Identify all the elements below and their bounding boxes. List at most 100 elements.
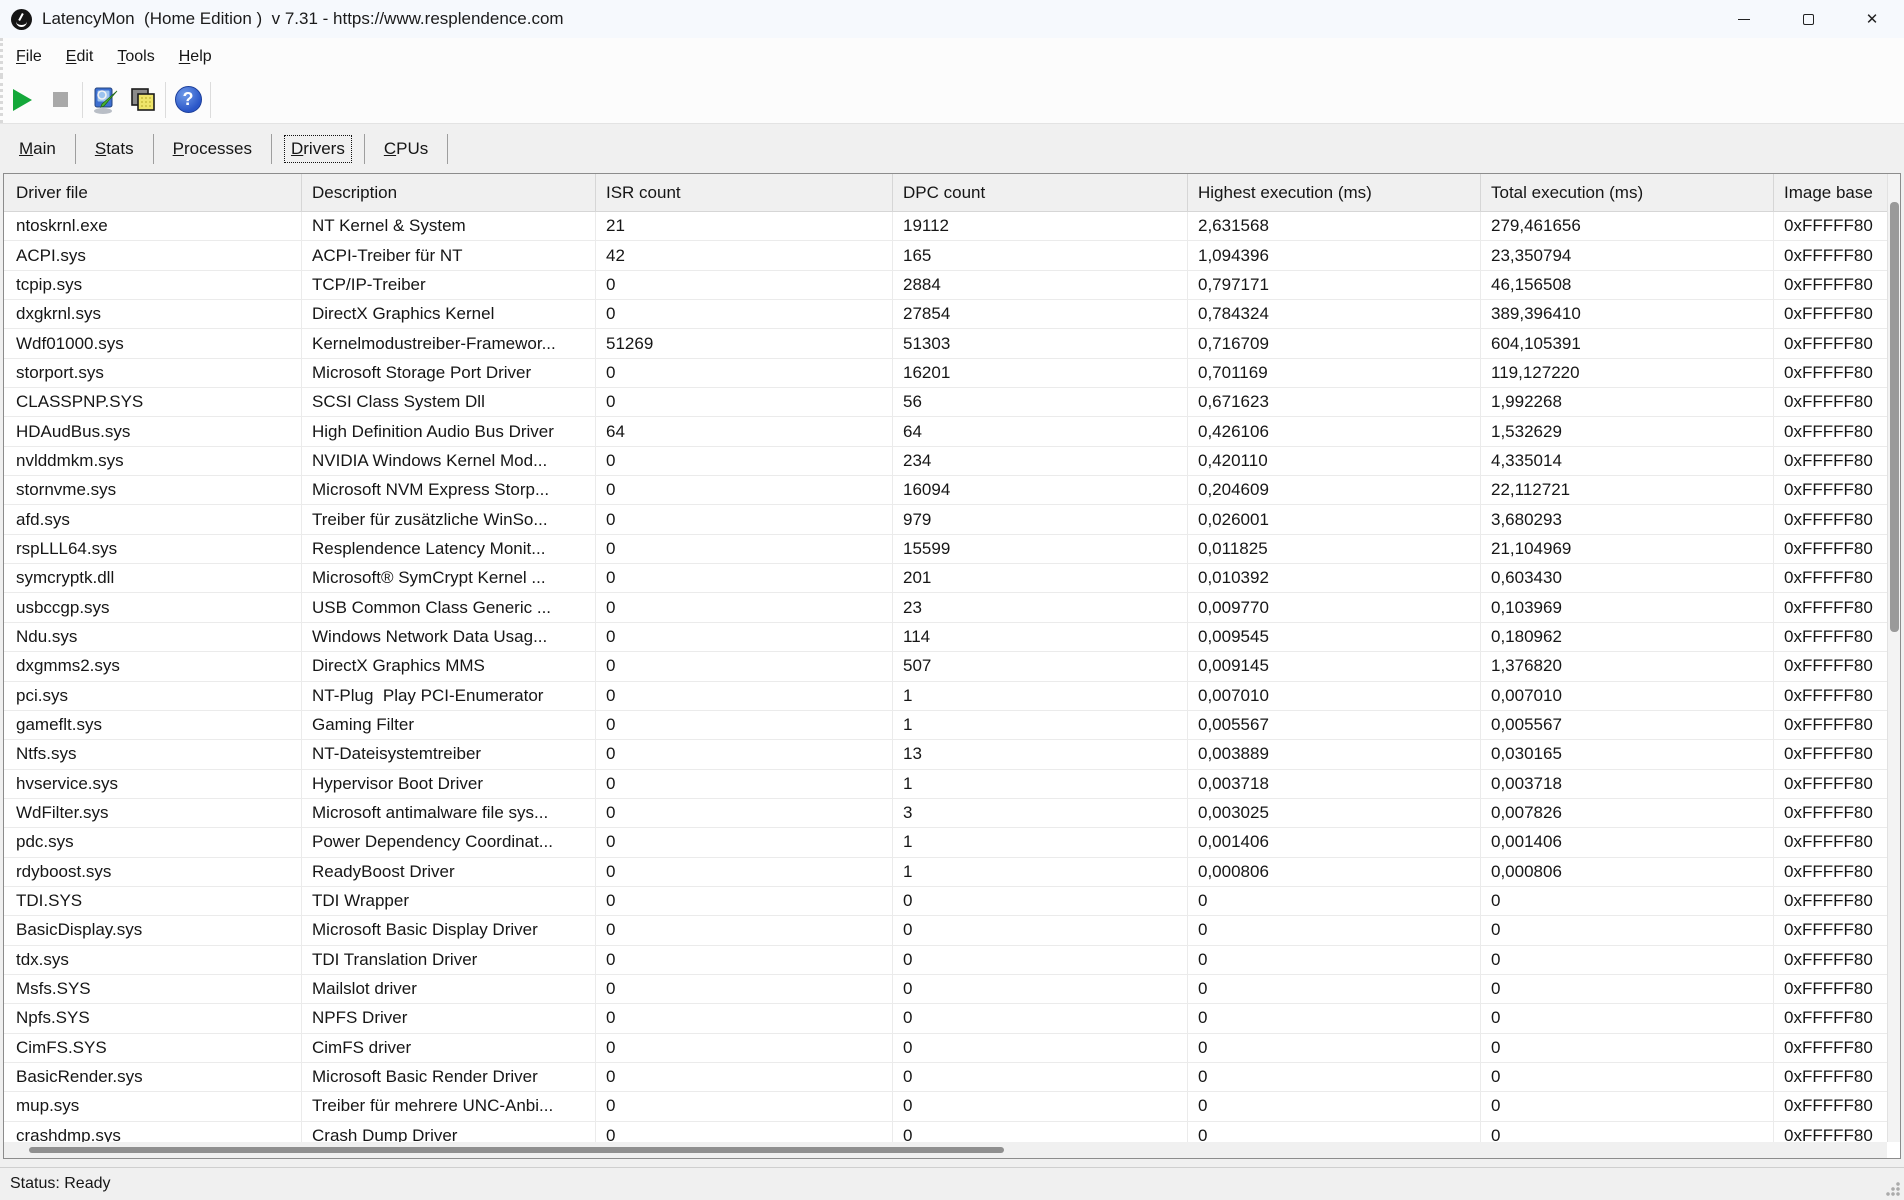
table-row[interactable]: HDAudBus.sys High Definition Audio Bus Dr…: [4, 417, 1900, 447]
table-row[interactable]: Ndu.sys Windows Network Data Usag... 0 114 0…: [4, 622, 1900, 653]
cell: Kernelmodustreiber-Framewor...: [302, 329, 596, 358]
tab-stats[interactable]: Stats: [89, 136, 140, 162]
table-row[interactable]: Npfs.SYS NPFS Driver 0 0 0 0 0xFFFFF80: [4, 1004, 1900, 1034]
latencymon-window: LatencyMon (Home Edition ) v 7.31 - http…: [0, 0, 1904, 1200]
horizontal-scrollbar-thumb[interactable]: [29, 1147, 1004, 1153]
cell: 56: [893, 388, 1188, 417]
table-row[interactable]: CLASSPNP.SYS SCSI Class System Dll 0 56 0,67…: [4, 388, 1900, 418]
tab-cpus[interactable]: CPUs: [378, 136, 434, 162]
cell: 1: [893, 769, 1188, 798]
help-icon: ?: [174, 86, 202, 113]
table-row[interactable]: tdx.sys TDI Translation Driver 0 0 0 0 0xFFFFF…: [4, 945, 1900, 975]
minimize-icon: [1738, 18, 1750, 20]
cell: Microsoft® SymCrypt Kernel ...: [302, 564, 596, 593]
table-row[interactable]: ACPI.sys ACPI-Treiber für NT 42 165 1,094396…: [4, 241, 1900, 271]
table-row[interactable]: gameflt.sys Gaming Filter 0 1 0,005567 0,0055…: [4, 710, 1900, 741]
table-row[interactable]: nvlddmkm.sys NVIDIA Windows Kernel Mod...…: [4, 446, 1900, 477]
menu-item-tools[interactable]: Tools: [105, 48, 166, 66]
tab-processes[interactable]: Processes: [167, 136, 258, 162]
status-text: Status: Ready: [10, 1175, 111, 1192]
cell: CLASSPNP.SYS: [4, 388, 302, 417]
column-header-isr-count[interactable]: ISR count: [596, 174, 893, 211]
cell: 0: [1481, 1121, 1774, 1142]
start-monitor-button[interactable]: [3, 81, 41, 119]
cell: Hypervisor Boot Driver: [302, 769, 596, 798]
cell: TDI Wrapper: [302, 886, 596, 916]
column-header-dpc-count[interactable]: DPC count: [893, 174, 1188, 211]
close-icon: ✕: [1865, 10, 1879, 28]
cell: TDI.SYS: [4, 886, 302, 916]
cell: 0,007010: [1188, 681, 1481, 710]
table-row[interactable]: dxgmms2.sys DirectX Graphics MMS 0 507 0,009…: [4, 652, 1900, 682]
column-header-highest-execution-ms-[interactable]: Highest execution (ms): [1188, 174, 1481, 211]
cell: 0: [1481, 1062, 1774, 1092]
cell: Mailslot driver: [302, 974, 596, 1004]
menu-item-edit[interactable]: Edit: [54, 48, 106, 66]
cell: 0,426106: [1188, 417, 1481, 446]
help-button[interactable]: ?: [169, 81, 207, 119]
table-row[interactable]: Wdf01000.sys Kernelmodustreiber-Framewor.…: [4, 329, 1900, 359]
table-row[interactable]: Msfs.SYS Mailslot driver 0 0 0 0 0xFFFFF80: [4, 974, 1900, 1005]
menu-item-file[interactable]: File: [3, 48, 54, 66]
column-header-driver-file[interactable]: Driver file: [4, 174, 302, 211]
table-row[interactable]: CimFS.SYS CimFS driver 0 0 0 0 0xFFFFF80: [4, 1033, 1900, 1063]
table-row[interactable]: rdyboost.sys ReadyBoost Driver 0 1 0,000806 0…: [4, 857, 1900, 887]
cell: High Definition Audio Bus Driver: [302, 417, 596, 446]
cell: 0xFFFFF80: [1784, 1125, 1873, 1142]
stop-monitor-button[interactable]: [41, 81, 79, 119]
table-body: ntoskrnl.exe NT Kernel & System 21 19112 2,6…: [4, 212, 1900, 1142]
cell: 16201: [893, 358, 1188, 388]
table-row[interactable]: pdc.sys Power Dependency Coordinat... 0 1 0,…: [4, 828, 1900, 858]
vertical-scrollbar[interactable]: [1887, 174, 1900, 1142]
cell: gameflt.sys: [4, 710, 302, 740]
cell: 0: [596, 652, 893, 681]
table-row[interactable]: pci.sys NT-Plug Play PCI-Enumerator 0 1 0,00…: [4, 681, 1900, 711]
column-header-total-execution-ms-[interactable]: Total execution (ms): [1481, 174, 1774, 211]
maximize-button[interactable]: [1776, 0, 1840, 38]
tab-drivers[interactable]: Drivers: [283, 134, 352, 163]
table-row[interactable]: BasicRender.sys Microsoft Basic Render Dr…: [4, 1062, 1900, 1093]
table-row[interactable]: rspLLL64.sys Resplendence Latency Monit..…: [4, 534, 1900, 565]
table-row[interactable]: stornvme.sys Microsoft NVM Express Storp.…: [4, 476, 1900, 506]
horizontal-scrollbar[interactable]: [4, 1142, 1887, 1158]
menu-item-help[interactable]: Help: [167, 48, 224, 66]
stop-monitor-icon: [52, 92, 68, 107]
table-row[interactable]: TDI.SYS TDI Wrapper 0 0 0 0 0xFFFFF80: [4, 886, 1900, 917]
table-row[interactable]: symcryptk.dll Microsoft® SymCrypt Kernel …: [4, 564, 1900, 594]
table-row[interactable]: Ntfs.sys NT-Dateisystemtreiber 0 13 0,003889…: [4, 740, 1900, 770]
table-row[interactable]: dxgkrnl.sys DirectX Graphics Kernel 0 27854…: [4, 300, 1900, 330]
table-row[interactable]: usbccgp.sys USB Common Class Generic ... 0…: [4, 593, 1900, 623]
cell: 0xFFFFF80: [1784, 480, 1873, 500]
cell: 1: [893, 857, 1188, 886]
table-row[interactable]: storport.sys Microsoft Storage Port Drive…: [4, 358, 1900, 389]
cell: 1,094396: [1188, 241, 1481, 270]
vertical-scrollbar-thumb[interactable]: [1890, 202, 1899, 632]
column-header-image-base[interactable]: Image base: [1774, 174, 1900, 211]
table-row[interactable]: ntoskrnl.exe NT Kernel & System 21 19112 2,6…: [4, 212, 1900, 242]
table-row[interactable]: mup.sys Treiber für mehrere UNC-Anbi... 0 0…: [4, 1092, 1900, 1122]
cell: 0: [893, 1033, 1188, 1062]
cell: 0: [596, 446, 893, 476]
start-monitor-icon: [12, 88, 32, 111]
minimize-button[interactable]: [1712, 0, 1776, 38]
toolbar-separator: [210, 81, 211, 118]
table-row[interactable]: crashdmp.sys Crash Dump Driver 0 0 0 0 0xFFFFF…: [4, 1121, 1900, 1142]
column-header-description[interactable]: Description: [302, 174, 596, 211]
table-row[interactable]: BasicDisplay.sys Microsoft Basic Display …: [4, 916, 1900, 946]
table-row[interactable]: tcpip.sys TCP/IP-Treiber 0 2884 0,797171 46,1…: [4, 270, 1900, 301]
cell: 0: [1481, 1004, 1774, 1033]
analyze-button[interactable]: [86, 81, 124, 119]
cell: tdx.sys: [4, 945, 302, 974]
table-row[interactable]: afd.sys Treiber für zusätzliche WinSo... 0…: [4, 505, 1900, 535]
close-button[interactable]: ✕: [1840, 0, 1904, 38]
tab-separator: [447, 133, 449, 164]
cell: 0xFFFFF80: [1784, 861, 1873, 881]
table-row[interactable]: WdFilter.sys Microsoft antimalware file s…: [4, 798, 1900, 829]
cell: 0: [596, 828, 893, 857]
report-button[interactable]: [124, 81, 162, 119]
cell: 0xFFFFF80: [1784, 304, 1873, 324]
table-row[interactable]: hvservice.sys Hypervisor Boot Driver 0 1 0,0…: [4, 769, 1900, 799]
resize-grip[interactable]: [1886, 1182, 1900, 1196]
cell: NT-Dateisystemtreiber: [302, 740, 596, 769]
tab-main[interactable]: Main: [13, 136, 62, 162]
